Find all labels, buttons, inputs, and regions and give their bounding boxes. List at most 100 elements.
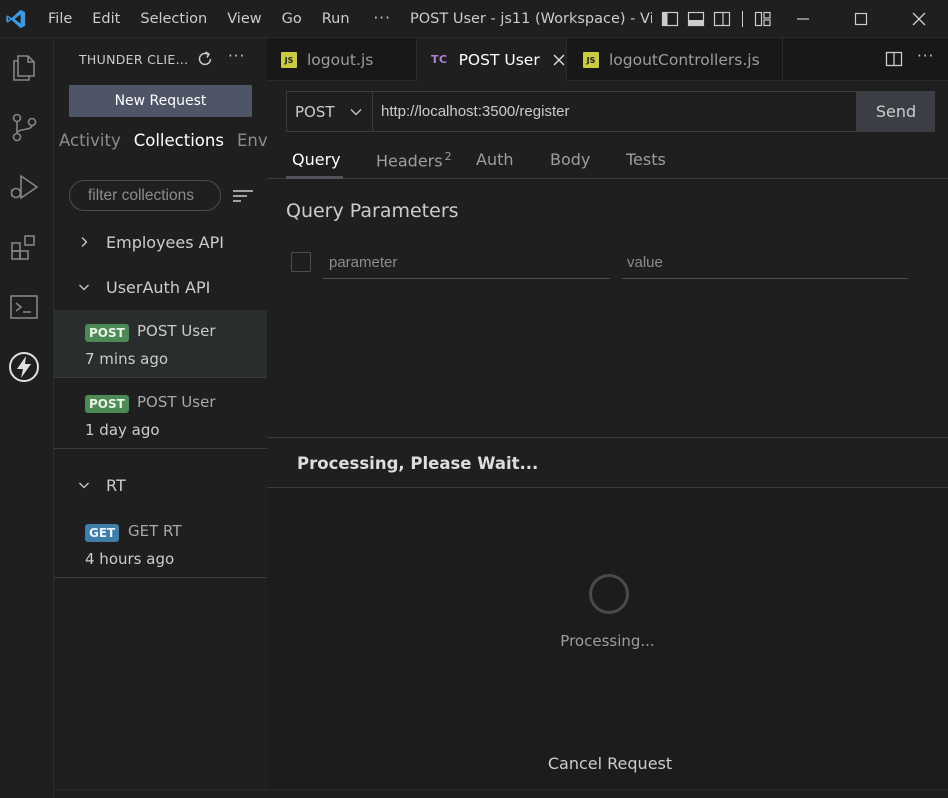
menu-selection[interactable]: Selection: [130, 0, 217, 38]
tab-headers-label: Headers: [376, 151, 443, 171]
refresh-icon[interactable]: [195, 49, 215, 69]
split-editor-icon[interactable]: [885, 50, 903, 68]
sidebar-title: THUNDER CLIE...: [79, 52, 189, 67]
response-title: Processing, Please Wait...: [297, 454, 539, 473]
close-icon: [912, 12, 926, 26]
tab-label: logout.js: [307, 50, 374, 69]
tab-logoutcontrollers-js[interactable]: JS logoutControllers.js: [567, 38, 783, 81]
chevron-down-icon: [79, 482, 89, 489]
maximize-button[interactable]: [832, 0, 890, 38]
chevron-down-icon: [79, 284, 89, 291]
close-window-button[interactable]: [890, 0, 948, 38]
tab-headers[interactable]: Headers 2: [376, 150, 452, 170]
tab-collections[interactable]: Collections: [134, 131, 237, 150]
headers-count: 2: [444, 150, 452, 163]
explorer-icon[interactable]: [7, 50, 41, 84]
active-tab-indicator: [286, 176, 343, 179]
menu-more-icon[interactable]: ···: [360, 0, 405, 38]
folder-userauth-api[interactable]: UserAuth API: [54, 267, 267, 307]
param-enable-checkbox[interactable]: [291, 252, 311, 272]
tab-body[interactable]: Body: [550, 150, 590, 169]
tab-tests[interactable]: Tests: [626, 150, 666, 169]
menu-go[interactable]: Go: [272, 0, 312, 38]
response-header: Processing, Please Wait...: [267, 438, 948, 488]
maximize-icon: [854, 12, 868, 26]
menu-edit[interactable]: Edit: [82, 0, 130, 38]
thunder-client-file-icon: TC: [431, 53, 448, 66]
sidebar-more-icon[interactable]: ···: [228, 47, 245, 65]
request-item-post-user[interactable]: POST POST User 7 mins ago: [54, 310, 267, 378]
sidebar-tabs: Activity Collections Env: [59, 131, 267, 150]
folder-label: Employees API: [106, 232, 224, 252]
javascript-file-icon: JS: [281, 51, 297, 68]
send-button[interactable]: Send: [857, 91, 935, 132]
tab-query[interactable]: Query: [292, 150, 341, 169]
menu-file[interactable]: File: [38, 0, 82, 38]
tab-label: logoutControllers.js: [609, 50, 760, 69]
method-badge-post: POST: [85, 395, 129, 413]
tab-env[interactable]: Env: [237, 131, 267, 150]
toggle-panel-icon[interactable]: [686, 9, 706, 29]
request-tabs: Query Headers 2 Auth Body Tests: [267, 141, 948, 179]
tab-auth[interactable]: Auth: [476, 150, 514, 169]
method-select[interactable]: POST: [286, 91, 373, 132]
extensions-icon[interactable]: [7, 230, 41, 264]
folder-label: RT: [106, 475, 126, 495]
tab-label: POST User: [458, 50, 540, 69]
close-tab-icon[interactable]: [552, 53, 566, 67]
terminal-icon[interactable]: [7, 290, 41, 324]
menu-bar: File Edit Selection View Go Run ···: [38, 0, 405, 38]
window-title: POST User - js11 (Workspace) - Vis...: [410, 11, 652, 27]
request-name: POST User: [137, 322, 216, 340]
tab-activity[interactable]: Activity: [59, 131, 134, 150]
method-badge-get: GET: [85, 524, 120, 542]
method-value: POST: [295, 102, 335, 121]
minimize-button[interactable]: [774, 0, 832, 38]
new-request-button[interactable]: New Request: [69, 85, 252, 117]
menu-view[interactable]: View: [217, 0, 271, 38]
request-editor: POST Send Query Headers2 Auth Body Tests…: [267, 81, 948, 798]
source-control-icon[interactable]: [7, 110, 41, 144]
method-badge-post: POST: [85, 324, 129, 342]
layout-separator: [742, 11, 743, 27]
request-name: POST User: [137, 393, 216, 411]
toggle-primary-sidebar-icon[interactable]: [660, 9, 680, 29]
request-time: 1 day ago: [85, 421, 160, 439]
title-bar: File Edit Selection View Go Run ··· POST…: [0, 0, 948, 38]
activity-bar: [0, 38, 54, 798]
javascript-file-icon: JS: [583, 51, 599, 68]
minimize-icon: [797, 18, 809, 20]
menu-run[interactable]: Run: [312, 0, 360, 38]
parameter-input[interactable]: [323, 247, 610, 279]
request-time: 4 hours ago: [85, 550, 175, 568]
chevron-right-icon: [81, 237, 88, 247]
processing-status: Processing...: [560, 632, 655, 650]
loading-spinner-icon: [589, 574, 629, 614]
tab-logout-js[interactable]: JS logout.js: [267, 38, 417, 81]
tab-post-user[interactable]: TC POST User: [417, 38, 567, 81]
layout-controls: [660, 9, 773, 29]
request-item-get-rt[interactable]: GET GET RT 4 hours ago: [54, 510, 267, 578]
folder-employees-api[interactable]: Employees API: [54, 222, 267, 262]
panel-bottom-edge: [54, 789, 948, 798]
filter-collections-input[interactable]: [69, 180, 221, 211]
editor-tab-bar: JS logout.js TC POST User JS logoutContr…: [267, 38, 948, 81]
thunder-client-sidebar: THUNDER CLIE... ··· New Request Activity…: [54, 38, 267, 798]
sort-menu-icon[interactable]: [232, 187, 254, 205]
url-input[interactable]: [373, 91, 857, 132]
window-controls: [774, 0, 948, 38]
thunder-client-icon[interactable]: [7, 350, 41, 384]
chevron-down-icon: [350, 109, 362, 116]
editor-more-icon[interactable]: ···: [917, 47, 934, 65]
query-parameters-title: Query Parameters: [286, 200, 459, 222]
run-debug-icon[interactable]: [7, 170, 41, 204]
value-input[interactable]: [622, 247, 908, 279]
cancel-request-button[interactable]: Cancel Request: [267, 754, 948, 773]
request-item-post-user[interactable]: POST POST User 1 day ago: [54, 381, 267, 449]
response-panel: Processing... Cancel Request: [267, 489, 948, 790]
folder-rt[interactable]: RT: [54, 465, 267, 505]
toggle-secondary-sidebar-icon[interactable]: [712, 9, 732, 29]
request-time: 7 mins ago: [85, 350, 169, 368]
folder-label: UserAuth API: [106, 277, 211, 297]
customize-layout-icon[interactable]: [753, 9, 773, 29]
